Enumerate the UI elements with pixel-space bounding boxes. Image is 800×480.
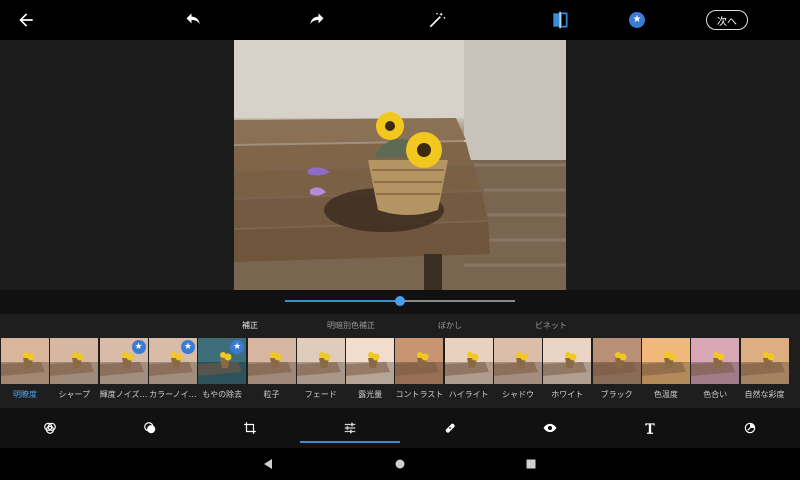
photo-illustration xyxy=(234,40,566,290)
nav-home-icon[interactable] xyxy=(393,457,407,471)
adjustment-label: 輝度ノイズ… xyxy=(99,390,148,399)
adjustment-preview xyxy=(346,338,395,384)
adjustment-thumb[interactable]: 色合い xyxy=(691,338,740,404)
adjustment-label: 明瞭度 xyxy=(13,390,37,399)
adjustment-preview xyxy=(444,338,493,384)
adjustment-label: フェード xyxy=(304,390,337,399)
magic-wand-icon[interactable] xyxy=(425,8,449,32)
system-nav-bar xyxy=(0,448,800,480)
adjustment-label: シャドウ xyxy=(502,390,534,399)
adjustment-preview xyxy=(1,338,49,384)
adjustment-preview xyxy=(641,338,690,384)
premium-star-icon: ★ xyxy=(131,340,146,354)
frame-icon[interactable] xyxy=(740,418,760,438)
adjustment-thumb[interactable]: ホワイト xyxy=(543,338,592,404)
tab-split-toning[interactable]: 明暗別色補正 xyxy=(327,320,375,331)
adjustment-label: カラーノイ… xyxy=(149,390,197,399)
adjustment-label: 露光量 xyxy=(358,390,383,399)
tab-blur[interactable]: ぼかし xyxy=(438,320,462,331)
adjustment-slider[interactable] xyxy=(0,290,800,314)
adjustment-label: 粒子 xyxy=(263,390,280,399)
text-icon[interactable] xyxy=(640,418,660,438)
adjustment-label: ブラック xyxy=(600,390,633,399)
adjustment-label: コントラスト xyxy=(395,390,444,399)
crop-icon[interactable] xyxy=(240,418,260,438)
adjustment-label: 色合い xyxy=(703,390,728,399)
adjustment-label: ホワイト xyxy=(551,390,584,399)
top-toolbar: ★ 次へ xyxy=(0,0,800,40)
color-mix-icon[interactable] xyxy=(40,418,60,438)
adjustment-preview xyxy=(740,338,789,384)
adjustment-preview xyxy=(247,338,296,384)
active-tool-indicator xyxy=(300,441,400,443)
adjustment-preview xyxy=(296,338,345,384)
photo-preview[interactable] xyxy=(234,40,566,290)
adjustment-preview xyxy=(691,338,740,384)
adjustment-label: もやの除去 xyxy=(202,390,243,399)
adjust-sliders-icon[interactable] xyxy=(340,418,360,438)
adjustment-thumb[interactable]: もやの除去 ★ xyxy=(198,338,247,404)
adjustment-label: シャープ xyxy=(58,390,91,399)
adjustment-preview xyxy=(592,338,641,384)
slider-fill xyxy=(285,300,400,302)
adjustment-thumb[interactable]: 輝度ノイズ… ★ xyxy=(99,338,148,404)
adjustment-label: 自然な彩度 xyxy=(744,390,785,399)
eye-icon[interactable] xyxy=(540,418,560,438)
adjustment-thumb[interactable]: シャープ xyxy=(50,338,99,404)
adjustment-preview xyxy=(543,338,592,384)
adjustment-thumb[interactable]: 色温度 xyxy=(641,338,690,404)
tab-correction[interactable]: 補正 xyxy=(242,320,258,331)
premium-star-icon[interactable]: ★ xyxy=(625,8,649,32)
adjustment-thumb[interactable]: コントラスト xyxy=(395,338,444,404)
nav-recents-icon[interactable] xyxy=(524,457,538,471)
redo-icon[interactable] xyxy=(304,8,328,32)
category-tabs: 補正 明暗別色補正 ぼかし ビネット xyxy=(0,314,800,338)
back-arrow-icon[interactable] xyxy=(14,8,38,32)
next-button[interactable]: 次へ xyxy=(706,10,748,30)
tool-bar xyxy=(0,410,800,444)
compare-icon[interactable] xyxy=(548,8,572,32)
undo-icon[interactable] xyxy=(182,8,206,32)
adjustment-thumb[interactable]: 明瞭度 xyxy=(1,338,49,404)
adjustment-preview xyxy=(395,338,444,384)
adjustment-strip: 明瞭度 シャープ 輝度ノイズ… ★ カラーノイ… ★ もやの除去 ★ 粒子 フェード 露光量 コントラ… xyxy=(0,338,800,408)
adjustment-thumb[interactable]: フェード xyxy=(296,338,345,404)
image-canvas xyxy=(0,40,800,290)
adjustment-thumb[interactable]: 自然な彩度 xyxy=(740,338,789,404)
adjustment-thumb[interactable]: シャドウ xyxy=(494,338,542,404)
nav-back-icon[interactable] xyxy=(261,457,275,471)
adjustment-thumb[interactable]: ブラック xyxy=(592,338,641,404)
healing-icon[interactable] xyxy=(440,418,460,438)
adjustment-preview xyxy=(50,338,99,384)
looks-icon[interactable] xyxy=(140,418,160,438)
adjustment-label: 色温度 xyxy=(653,390,678,399)
adjustment-label: ハイライト xyxy=(448,390,489,399)
adjustment-thumb[interactable]: 露光量 xyxy=(346,338,395,404)
adjustment-thumb[interactable]: カラーノイ… ★ xyxy=(148,338,197,404)
adjustment-preview xyxy=(494,338,542,384)
adjustment-thumb[interactable]: ハイライト xyxy=(444,338,493,404)
tab-vignette[interactable]: ビネット xyxy=(535,320,567,331)
slider-thumb[interactable] xyxy=(395,296,405,306)
premium-star-icon: ★ xyxy=(180,340,195,354)
adjustment-thumb[interactable]: 粒子 xyxy=(247,338,296,404)
